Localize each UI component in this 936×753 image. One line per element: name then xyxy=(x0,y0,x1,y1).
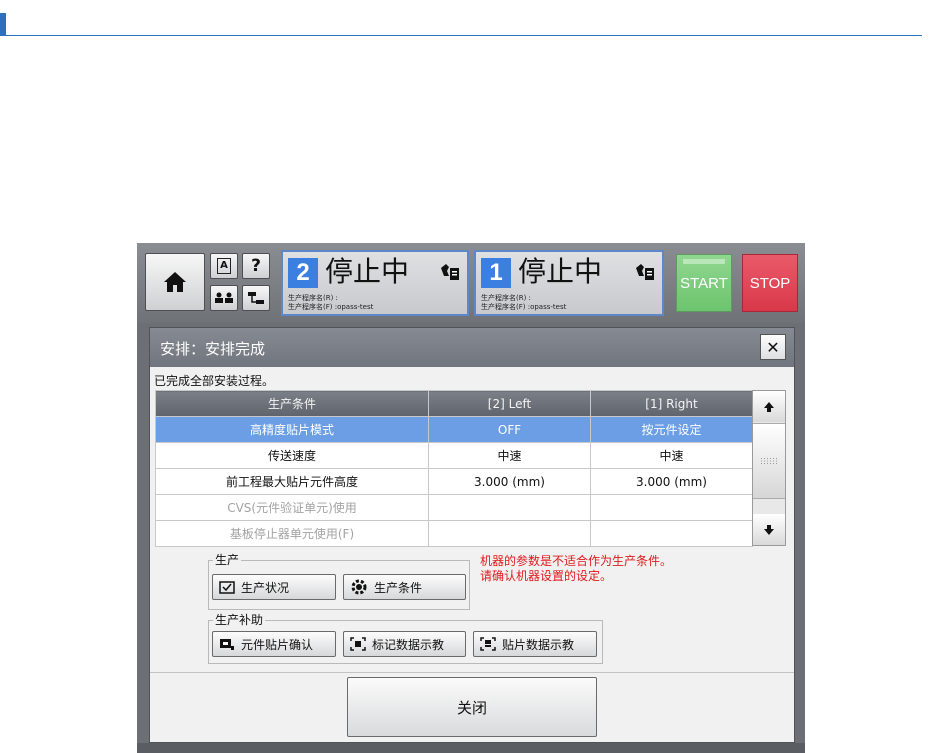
button-label: 贴片数据示教 xyxy=(502,637,575,652)
scroll-thumb[interactable] xyxy=(753,423,785,499)
production-group: 生产 生产状况 生产条件 xyxy=(208,553,470,610)
table-cell: 高精度贴片模式 xyxy=(155,416,429,443)
table-row[interactable]: 高精度贴片模式 OFF 按元件设定 xyxy=(155,416,753,443)
warning-message: 机器的参数是不适合作为生产条件。 请确认机器设置的设定。 xyxy=(480,554,672,584)
program-f-name: 生产程序名(F) :opass-test xyxy=(481,303,567,311)
group-label: 生产 xyxy=(213,553,242,567)
network-button[interactable] xyxy=(242,285,270,311)
production-assist-group: 生产补助 元件贴片确认 标记数据示教 贴片数据示教 xyxy=(208,613,603,664)
table-cell: 中速 xyxy=(590,442,753,469)
button-label: 元件贴片确认 xyxy=(241,637,314,652)
column-header: [1] Right xyxy=(590,390,753,417)
arrow-down-icon xyxy=(764,524,774,535)
font-icon: A xyxy=(217,258,231,274)
help-button[interactable]: ? xyxy=(242,253,270,279)
lane-state: 停止中 xyxy=(325,255,410,288)
conditions-table: 生产条件 [2] Left [1] Right 高精度贴片模式 OFF 按元件设… xyxy=(155,390,753,547)
help-icon: ? xyxy=(251,256,261,276)
start-button[interactable]: START xyxy=(676,254,732,312)
table-cell: 传送速度 xyxy=(155,442,429,469)
font-size-button[interactable]: A xyxy=(210,253,238,279)
table-row[interactable]: 传送速度 中速 中速 xyxy=(155,442,753,469)
operators-button[interactable] xyxy=(210,285,238,311)
component-check-button[interactable]: 元件贴片确认 xyxy=(212,631,336,657)
table-cell xyxy=(590,494,753,521)
start-label: START xyxy=(680,274,728,292)
machine-bottom-bar xyxy=(137,743,805,753)
hand-card-icon xyxy=(636,264,654,280)
table-header-row: 生产条件 [2] Left [1] Right xyxy=(155,390,753,417)
table-cell: 3.000 (mm) xyxy=(590,468,753,495)
arrow-up-icon xyxy=(764,401,774,412)
table-cell xyxy=(428,494,591,521)
column-header: [2] Left xyxy=(428,390,591,417)
header-rule xyxy=(6,35,922,36)
arrangement-dialog: 安排：安排完成 ✕ 已完成全部安装过程。 生产条件 [2] Left [1] R… xyxy=(149,327,795,743)
production-conditions-button[interactable]: 生产条件 xyxy=(343,574,466,600)
stop-label: STOP xyxy=(749,274,791,292)
table-row[interactable]: 前工程最大贴片元件高度 3.000 (mm) 3.000 (mm) xyxy=(155,468,753,495)
button-label: 关闭 xyxy=(456,698,487,717)
stop-button[interactable]: STOP xyxy=(742,254,798,312)
table-cell xyxy=(590,520,753,547)
scroll-down-button[interactable] xyxy=(753,514,785,545)
dialog-close-button[interactable]: 关闭 xyxy=(347,677,597,737)
table-scrollbar[interactable] xyxy=(752,390,786,546)
lane-number: 1 xyxy=(481,258,511,288)
dialog-footer-divider xyxy=(150,672,794,673)
lane-1-status-panel[interactable]: 1 停止中 生产程序名(R) : 生产程序名(F) :opass-test xyxy=(474,250,664,316)
button-label: 生产状况 xyxy=(241,580,290,595)
table-cell: 中速 xyxy=(428,442,591,469)
table-cell: OFF xyxy=(428,416,591,443)
program-f-name: 生产程序名(F) :opass-test xyxy=(288,303,374,311)
header-accent-bar xyxy=(0,13,6,36)
table-cell xyxy=(428,520,591,547)
table-cell: 3.000 (mm) xyxy=(428,468,591,495)
table-row[interactable]: 基板停止器单元使用(F) xyxy=(155,520,753,547)
start-indicator-bar xyxy=(683,259,725,264)
program-r-name: 生产程序名(R) : xyxy=(481,294,531,302)
home-button[interactable] xyxy=(145,253,205,311)
status-check-icon xyxy=(219,580,235,594)
page-header-strip xyxy=(0,0,936,36)
gear-condition-icon xyxy=(351,579,367,595)
warning-line: 机器的参数是不适合作为生产条件。 xyxy=(480,554,673,568)
scroll-up-button[interactable] xyxy=(753,391,785,422)
dialog-header: 安排：安排完成 ✕ xyxy=(150,328,794,367)
mark-data-teach-button[interactable]: 标记数据示教 xyxy=(343,631,466,657)
button-label: 生产条件 xyxy=(374,580,423,595)
table-cell: 基板停止器单元使用(F) xyxy=(155,520,429,547)
program-names: 生产程序名(R) : 生产程序名(F) :opass-test xyxy=(481,294,566,312)
close-icon: ✕ xyxy=(766,337,780,357)
lane-number: 2 xyxy=(288,258,318,288)
table-cell: 前工程最大贴片元件高度 xyxy=(155,468,429,495)
dialog-title: 安排：安排完成 xyxy=(160,340,266,358)
operators-icon xyxy=(215,292,233,303)
program-r-name: 生产程序名(R) : xyxy=(288,294,338,302)
grip-icon xyxy=(761,458,777,464)
placement-teach-icon xyxy=(480,637,496,651)
lane-2-status-panel[interactable]: 2 停止中 生产程序名(R) : 生产程序名(F) :opass-test xyxy=(281,250,469,316)
program-names: 生产程序名(R) : 生产程序名(F) :opass-test xyxy=(288,294,373,312)
mark-teach-icon xyxy=(350,637,366,651)
table-cell: 按元件设定 xyxy=(590,416,753,443)
lane-state: 停止中 xyxy=(518,255,603,288)
warning-line: 请确认机器设置的设定。 xyxy=(480,569,613,583)
machine-screen: A ? 2 停止中 生产程序名(R) : 生产程序名(F):opass-tes… xyxy=(137,243,805,753)
dialog-close-x-button[interactable]: ✕ xyxy=(760,334,786,360)
production-status-button[interactable]: 生产状况 xyxy=(212,574,336,600)
table-cell: CVS(元件验证单元)使用 xyxy=(155,494,429,521)
component-check-icon xyxy=(220,639,234,650)
network-icon xyxy=(248,292,264,304)
home-icon xyxy=(164,272,186,292)
machine-top-bar: A ? 2 停止中 生产程序名(R) : 生产程序名(F):opass-tes… xyxy=(137,243,805,323)
table-row[interactable]: CVS(元件验证单元)使用 xyxy=(155,494,753,521)
column-header: 生产条件 xyxy=(155,390,429,417)
completion-message: 已完成全部安装过程。 xyxy=(154,374,275,388)
group-label: 生产补助 xyxy=(213,613,266,627)
hand-card-icon xyxy=(441,264,459,280)
button-label: 标记数据示教 xyxy=(372,637,445,652)
placement-data-teach-button[interactable]: 贴片数据示教 xyxy=(473,631,597,657)
